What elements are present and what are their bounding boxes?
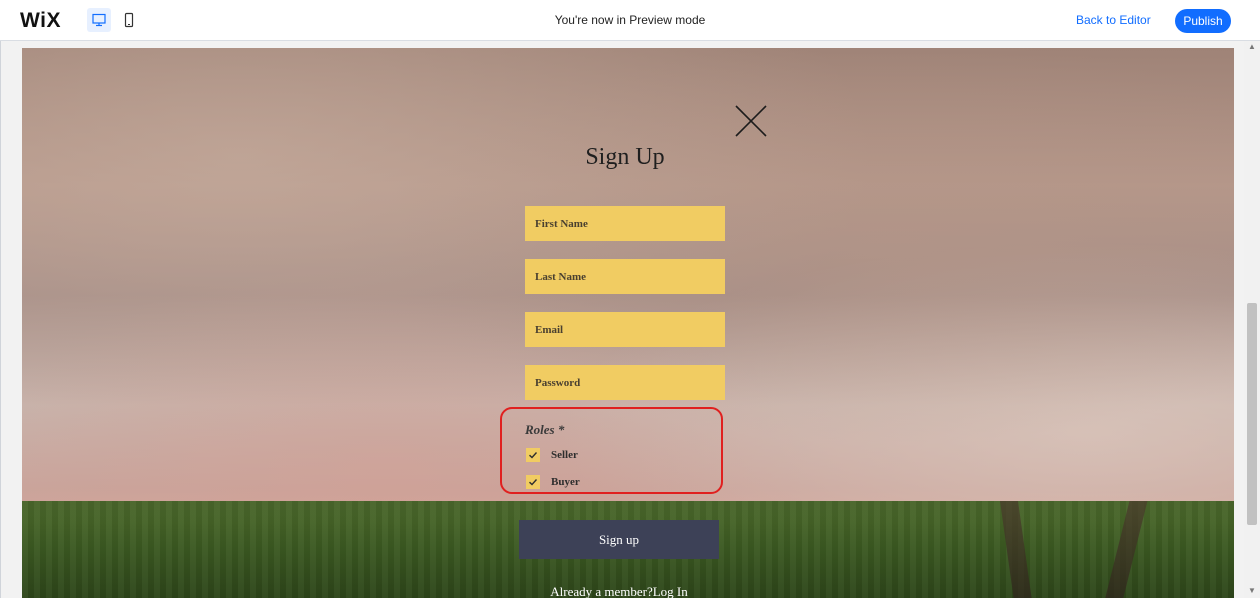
preview-mode-text: You're now in Preview mode	[554, 13, 706, 27]
scroll-up-arrow[interactable]: ▲	[1246, 42, 1258, 52]
first-name-input[interactable]	[525, 206, 725, 241]
form-title: Sign Up	[585, 144, 665, 170]
buyer-label[interactable]: Buyer	[551, 476, 580, 488]
scrollbar-thumb[interactable]	[1247, 303, 1257, 525]
password-input[interactable]	[525, 365, 725, 400]
seller-checkbox[interactable]	[526, 448, 540, 462]
back-to-editor-link[interactable]: Back to Editor	[1076, 13, 1151, 27]
seller-label[interactable]: Seller	[551, 449, 578, 461]
preview-topbar: WiX You're now in Preview mode Back to E…	[0, 0, 1260, 41]
roles-label: Roles *	[525, 422, 565, 437]
publish-button[interactable]: Publish	[1175, 9, 1231, 33]
buyer-checkbox[interactable]	[526, 475, 540, 489]
login-link[interactable]: Already a member?Log In	[519, 584, 719, 598]
checkmark-icon	[529, 452, 538, 459]
last-name-input[interactable]	[525, 259, 725, 294]
checkmark-icon	[529, 479, 538, 486]
email-input[interactable]	[525, 312, 725, 347]
scroll-down-arrow[interactable]: ▼	[1246, 586, 1258, 596]
sign-up-button[interactable]: Sign up	[519, 520, 719, 559]
close-icon[interactable]	[735, 105, 767, 137]
